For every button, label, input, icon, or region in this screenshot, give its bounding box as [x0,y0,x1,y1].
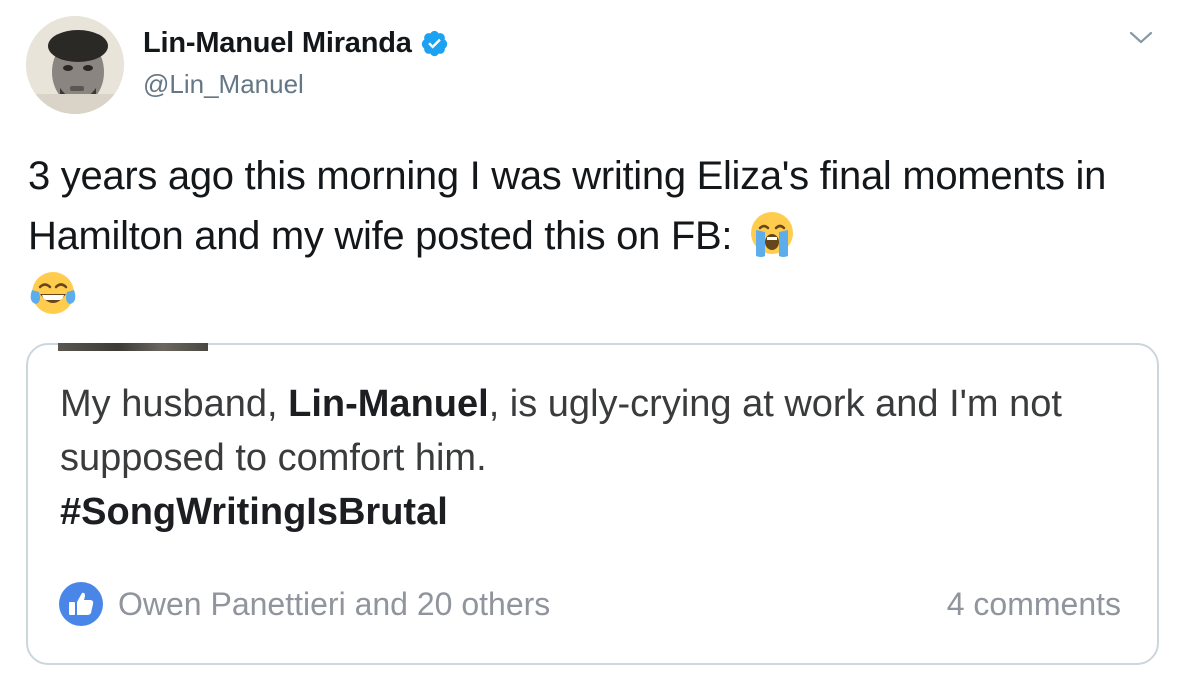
avatar[interactable] [26,16,124,114]
like-thumbs-up-icon [59,582,103,626]
author-name-text[interactable]: Lin-Manuel Miranda [143,27,412,60]
comments-count: 4 comments [946,586,1121,622]
verified-badge-icon [421,30,447,57]
reactions-text: Owen Panettieri and 20 others [118,585,551,622]
author-name[interactable]: Lin-Manuel Miranda [143,27,449,60]
post-text-before: My husband, [60,383,289,425]
post-hashtag: #SongWritingIsBrutal [60,491,448,533]
facebook-post-text: My husband, Lin-Manuel, is ugly-crying a… [60,377,1120,539]
quoted-facebook-post[interactable]: My husband, Lin-Manuel, is ugly-crying a… [26,343,1159,665]
tweet-text: 3 years ago this morning I was writing E… [28,146,1148,318]
face-with-tears-of-joy-emoji-icon [30,272,76,314]
tweet-text-body: 3 years ago this morning I was writing E… [28,154,1107,258]
chevron-down-icon[interactable] [1128,28,1154,48]
cropped-photo-strip [58,343,208,351]
loudly-crying-face-emoji-icon [751,212,794,257]
reactions-row: Owen Panettieri and 20 others [58,581,550,627]
author-handle[interactable]: @Lin_Manuel [143,69,304,100]
avatar-image [26,16,124,114]
post-text-name: Lin-Manuel [288,383,489,425]
tweet: Lin-Manuel Miranda @Lin_Manuel 3 years a… [0,0,1180,678]
